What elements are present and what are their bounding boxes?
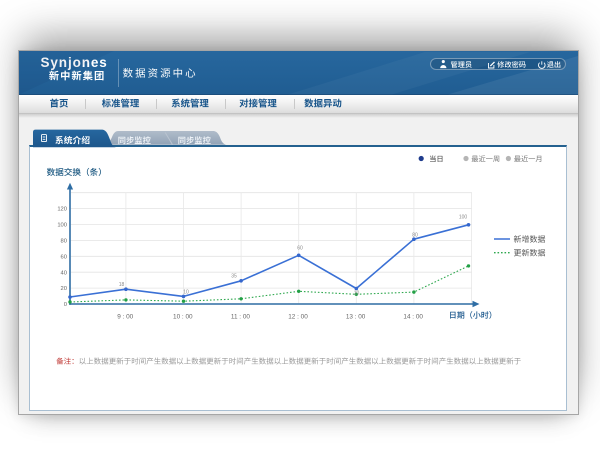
svg-text:35: 35 — [231, 273, 237, 279]
svg-text:10 : 00: 10 : 00 — [173, 313, 193, 320]
svg-text:13 : 00: 13 : 00 — [346, 313, 366, 320]
svg-text:100: 100 — [57, 223, 67, 229]
svg-text:0: 0 — [64, 302, 67, 308]
svg-text:100: 100 — [459, 214, 468, 220]
svg-text:80: 80 — [412, 233, 418, 239]
svg-text:11 : 00: 11 : 00 — [231, 313, 251, 320]
svg-text:120: 120 — [57, 207, 67, 213]
svg-text:60: 60 — [297, 245, 303, 251]
svg-text:18: 18 — [119, 282, 125, 288]
svg-text:40: 40 — [61, 270, 67, 276]
svg-text:14 : 00: 14 : 00 — [403, 313, 423, 320]
svg-text:10: 10 — [183, 289, 189, 295]
svg-text:20: 20 — [61, 286, 67, 292]
svg-text:80: 80 — [61, 239, 67, 245]
svg-text:10: 10 — [354, 291, 360, 297]
svg-text:9 : 00: 9 : 00 — [117, 313, 133, 320]
svg-text:12 : 00: 12 : 00 — [288, 313, 308, 320]
svg-text:60: 60 — [61, 254, 67, 260]
